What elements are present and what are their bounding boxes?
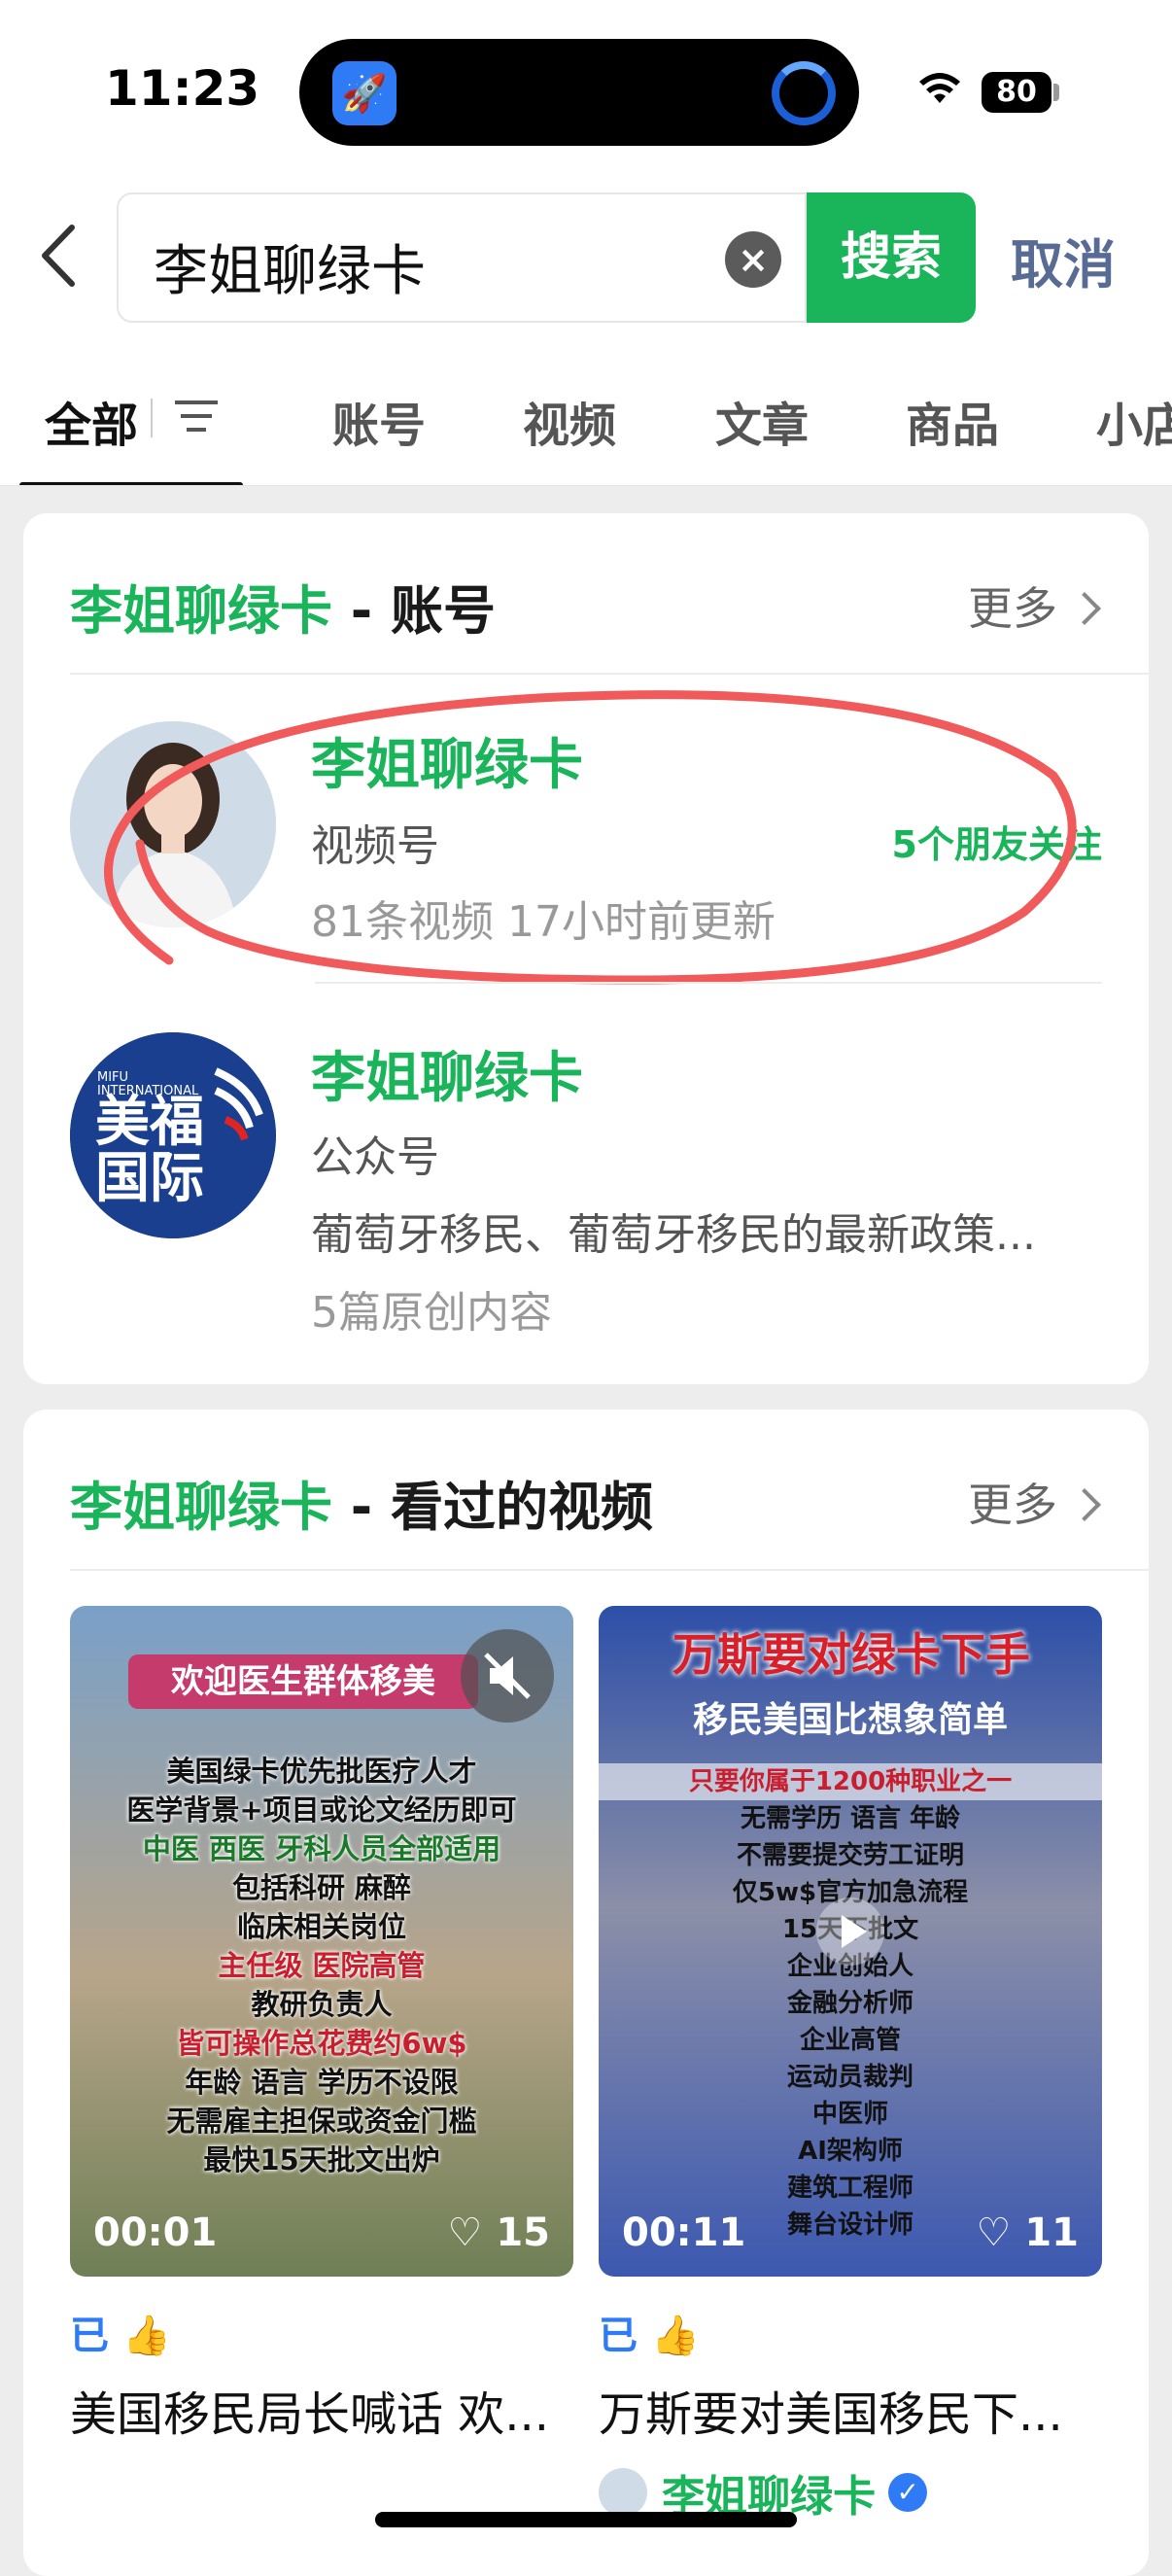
line: 建筑工程师 <box>786 2174 913 2203</box>
filter-tabs: 全部 账号 视频 文章 商品 小店 <box>0 331 1172 486</box>
videos-more-link[interactable]: 更多 <box>968 1470 1101 1534</box>
clear-icon[interactable]: × <box>725 231 781 288</box>
account-description: 葡萄牙移民、葡萄牙移民的最新政策... <box>311 1210 1036 1260</box>
more-label[interactable]: 更多 <box>968 582 1057 635</box>
accounts-section-title: 李姐聊绿卡 - 账号 <box>70 568 496 644</box>
line: 不需要提交劳工证明 <box>736 1841 964 1870</box>
active-tab-indicator <box>19 482 243 485</box>
video-banner: 欢迎医生群体移美 <box>128 1654 478 1709</box>
company-logo[interactable]: MIFU INTERNATIONAL 美福 国际 <box>70 1032 276 1238</box>
thumbs-up-icon: 👍 <box>650 2314 700 2358</box>
video-thumbnail[interactable]: 欢迎医生群体移美 美国绿卡优先批医疗人才 医学背景+项目或论文经历即可 中医 西… <box>70 1606 573 2277</box>
battery-level: 80 <box>982 72 1051 113</box>
search-button[interactable]: 搜索 <box>807 192 976 323</box>
line: AI架构师 <box>798 2137 903 2166</box>
tab-videos[interactable]: 视频 <box>523 387 616 455</box>
line: 最快15天批文出炉 <box>203 2143 440 2176</box>
line: 企业高管 <box>799 2026 901 2055</box>
line: 包括科研 麻醉 <box>231 1871 412 1904</box>
clock: 11:23 <box>105 60 260 117</box>
dynamic-island: 🚀 <box>299 39 859 146</box>
tab-separator <box>151 399 153 437</box>
liked-label: 已 <box>70 2314 109 2358</box>
author-avatar <box>599 2468 647 2517</box>
line: 医学背景+项目或论文经历即可 <box>126 1793 517 1827</box>
logo-cn-2: 国际 <box>95 1147 204 1210</box>
accounts-more-link[interactable]: 更多 <box>968 574 1101 638</box>
mute-icon[interactable] <box>461 1629 554 1723</box>
progress-spinner-icon <box>772 61 836 125</box>
video-duration: 00:01 <box>93 2210 218 2255</box>
line: 教研负责人 <box>251 1988 393 2021</box>
rocket-app-icon: 🚀 <box>332 61 396 125</box>
tab-products[interactable]: 商品 <box>906 387 999 455</box>
search-query[interactable]: 李姐聊绿卡 <box>154 227 426 306</box>
chevron-right-icon <box>1068 1487 1101 1521</box>
video-text-lines: 美国绿卡优先批医疗人才 医学背景+项目或论文经历即可 中医 西医 牙科人员全部适… <box>70 1752 573 2179</box>
tab-all[interactable]: 全部 <box>45 387 138 455</box>
back-arrow-icon[interactable] <box>39 222 78 290</box>
liked-indicator: 已 👍 <box>599 2304 700 2360</box>
video-sub-banner: 移民美国比想象简单 <box>692 1700 1008 1740</box>
tab-articles[interactable]: 文章 <box>715 387 809 455</box>
divider <box>315 982 1102 984</box>
account-type: 公众号 <box>311 1132 439 1182</box>
home-indicator <box>375 2512 797 2527</box>
videos-section-title: 李姐聊绿卡 - 看过的视频 <box>70 1464 653 1541</box>
line: 只要你属于1200种职业之一 <box>599 1763 1102 1800</box>
section-suffix: - 看过的视频 <box>332 1477 654 1538</box>
video-author[interactable]: 李姐聊绿卡 ✓ <box>599 2461 928 2522</box>
verified-badge-icon: ✓ <box>888 2473 928 2512</box>
thumbs-up-icon: 👍 <box>121 2314 171 2358</box>
account-meta: 5篇原创内容 <box>311 1288 552 1338</box>
line: 无需学历 语言 年龄 <box>740 1804 961 1833</box>
line: 无需雇主担保或资金门槛 <box>166 2105 477 2138</box>
video-text-lines: 只要你属于1200种职业之一 无需学历 语言 年龄 不需要提交劳工证明 仅5w$… <box>599 1763 1102 2244</box>
line: 临床相关岗位 <box>236 1910 406 1943</box>
section-keyword: 李姐聊绿卡 <box>70 1477 332 1538</box>
logo-cn-1: 美福 <box>95 1091 204 1154</box>
video-banner: 万斯要对绿卡下手 <box>672 1628 1030 1681</box>
like-count: 11 <box>1024 2210 1079 2255</box>
divider <box>70 1569 1149 1571</box>
video-likes: ♡ 15 <box>447 2210 550 2255</box>
line: 主任级 医院高管 <box>218 1949 426 1982</box>
wifi-icon <box>919 73 960 103</box>
section-keyword: 李姐聊绿卡 <box>70 580 332 642</box>
search-input[interactable]: 李姐聊绿卡 × <box>117 192 807 323</box>
like-count: 15 <box>496 2210 550 2255</box>
liked-indicator: 已 👍 <box>70 2304 171 2360</box>
line: 中医师 <box>811 2100 888 2129</box>
line: 金融分析师 <box>786 1989 913 2018</box>
video-thumbnail[interactable]: 万斯要对绿卡下手 移民美国比想象简单 只要你属于1200种职业之一 无需学历 语… <box>599 1606 1102 2277</box>
video-title[interactable]: 万斯要对美国移民下... <box>599 2376 1063 2444</box>
battery-cap <box>1053 84 1059 101</box>
account-name[interactable]: 李姐聊绿卡 <box>311 1034 583 1113</box>
section-suffix: - 账号 <box>332 580 497 642</box>
tab-accounts[interactable]: 账号 <box>332 387 426 455</box>
line: 运动员裁判 <box>786 2063 913 2092</box>
red-annotation-circle <box>104 690 1077 985</box>
liked-label: 已 <box>599 2314 638 2358</box>
more-label[interactable]: 更多 <box>968 1479 1057 1531</box>
videos-card: 李姐聊绿卡 - 看过的视频 更多 欢迎医生群体移美 美国绿卡优先批医疗人才 医学… <box>23 1410 1149 2576</box>
line: 皆可操作总花费约6w$ <box>176 2027 467 2060</box>
video-duration: 00:11 <box>622 2210 746 2255</box>
line: 中医 西医 牙科人员全部适用 <box>142 1832 501 1865</box>
filter-icon[interactable] <box>173 397 220 435</box>
play-icon[interactable] <box>816 1897 884 1966</box>
tab-stores[interactable]: 小店 <box>1096 387 1172 455</box>
status-bar: 11:23 🚀 80 <box>0 0 1172 185</box>
accounts-card: 李姐聊绿卡 - 账号 更多 李姐聊绿卡 视频号 5个朋友关注 81条视频 17小… <box>23 513 1149 1384</box>
line: 美国绿卡优先批医疗人才 <box>166 1755 477 1788</box>
chevron-right-icon <box>1068 591 1101 625</box>
video-title[interactable]: 美国移民局长喊话 欢... <box>70 2376 549 2444</box>
video-likes: ♡ 11 <box>976 2210 1079 2255</box>
cancel-button[interactable]: 取消 <box>1011 222 1116 298</box>
line: 年龄 语言 学历不设限 <box>185 2066 459 2099</box>
